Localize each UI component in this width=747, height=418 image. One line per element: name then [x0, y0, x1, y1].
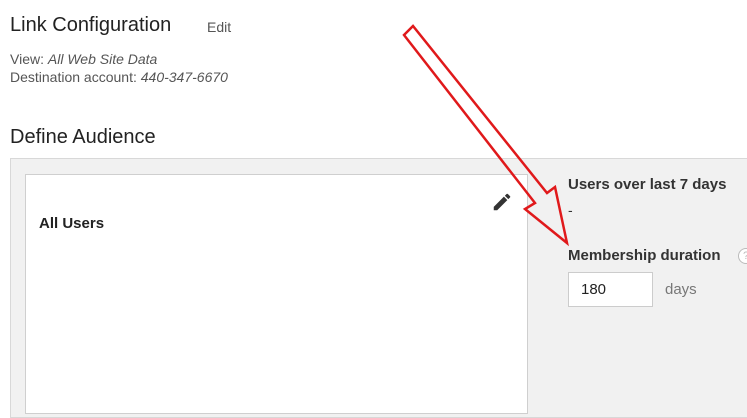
view-line: View: All Web Site Data	[10, 51, 157, 67]
audience-name: All Users	[39, 215, 105, 232]
users-over-last-7-days-label: Users over last 7 days	[568, 176, 727, 193]
define-audience-title: Define Audience	[10, 126, 156, 148]
link-configuration-title: Link Configuration	[10, 14, 172, 36]
view-label: View:	[10, 51, 44, 67]
view-value: All Web Site Data	[47, 51, 158, 67]
destination-label: Destination account:	[10, 69, 137, 85]
audience-card	[25, 174, 528, 414]
users-over-last-7-days-value: -	[568, 202, 573, 218]
pencil-icon[interactable]	[491, 191, 513, 213]
membership-duration-input[interactable]	[568, 272, 653, 307]
membership-duration-label: Membership duration	[568, 247, 721, 264]
days-unit-label: days	[665, 281, 697, 298]
destination-line: Destination account: 440-347-6670	[10, 69, 228, 85]
destination-value: 440-347-6670	[140, 69, 228, 85]
help-icon[interactable]: ?	[738, 248, 747, 264]
edit-link[interactable]: Edit	[207, 19, 231, 35]
